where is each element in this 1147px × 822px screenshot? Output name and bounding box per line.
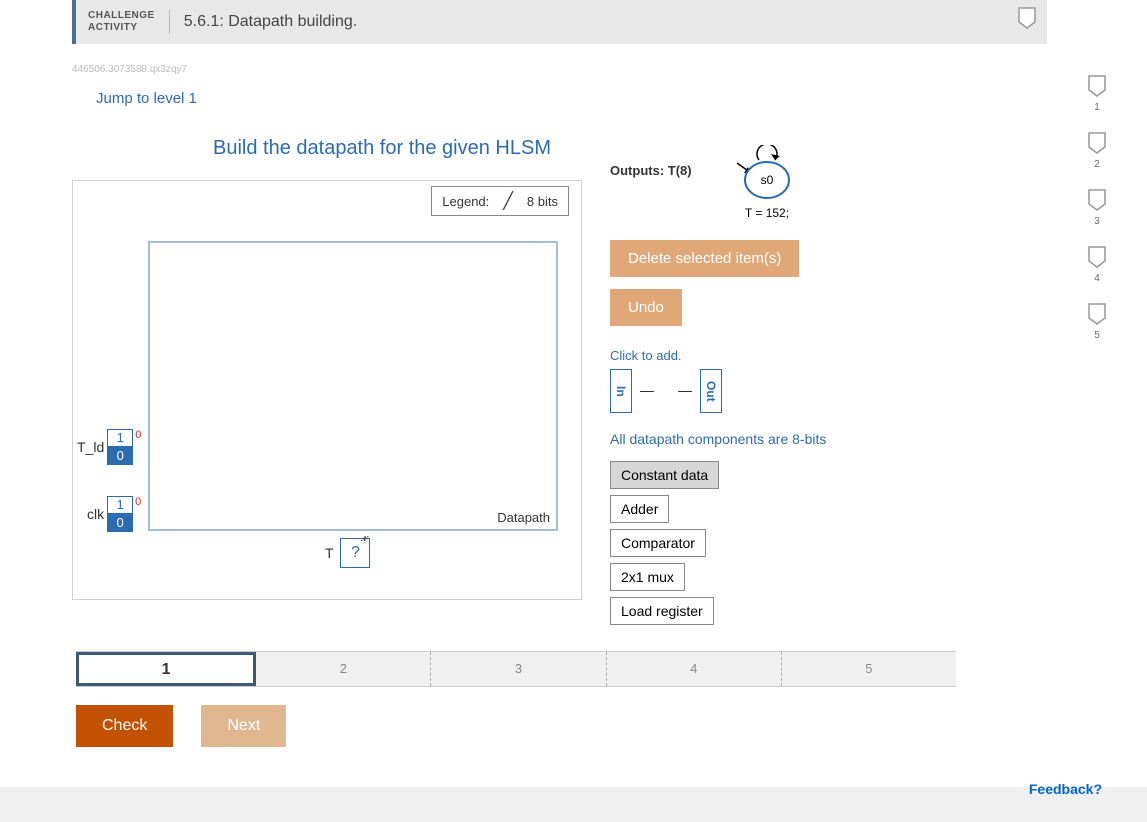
jump-to-level-link[interactable]: Jump to level 1 — [96, 90, 1047, 107]
level-badge-5[interactable]: 5 — [1087, 302, 1107, 341]
components-note: All datapath components are 8-bits — [610, 431, 1047, 447]
level-nav-1[interactable]: 1 — [76, 652, 256, 686]
port-label: clk — [87, 506, 104, 522]
level-badge-4[interactable]: 4 — [1087, 245, 1107, 284]
level-num: 1 — [1094, 102, 1100, 113]
level-num: 5 — [1094, 330, 1100, 341]
state-name: s0 — [760, 173, 773, 187]
level-nav-3[interactable]: 3 — [431, 652, 606, 686]
feedback-link[interactable]: Feedback? — [1029, 781, 1102, 797]
port-width: 0 — [135, 429, 141, 441]
undo-button[interactable]: Undo — [610, 289, 682, 326]
challenge-label: CHALLENGE ACTIVITY — [88, 10, 170, 34]
component-adder[interactable]: Adder — [610, 495, 669, 523]
add-input-port-button[interactable]: In — [610, 369, 632, 413]
port-clk[interactable]: clk 1 0 0 — [87, 496, 141, 532]
activity-id: 446506.3073588.qx3zqy7 — [72, 64, 1047, 75]
port-width: 0 — [135, 496, 141, 508]
challenge-label-1: CHALLENGE — [88, 10, 155, 22]
legend-bits: 8 bits — [527, 194, 558, 209]
level-num: 4 — [1094, 273, 1100, 284]
port-t-ld[interactable]: T_ld 1 0 0 — [77, 429, 141, 465]
wire-slash-icon: 𝓍 — [361, 528, 368, 545]
wire-icon — [640, 391, 654, 392]
level-nav-2[interactable]: 2 — [256, 652, 431, 686]
port-top-value[interactable]: 1 — [107, 496, 133, 514]
prompt-title: Build the datapath for the given HLSM — [172, 137, 592, 160]
port-output-t[interactable]: 𝓍 T ? — [325, 538, 370, 568]
legend-slash-icon: ╱ — [503, 191, 513, 211]
datapath-label: Datapath — [497, 510, 550, 525]
port-bot-value[interactable]: 0 — [107, 514, 133, 532]
level-badge-3[interactable]: 3 — [1087, 188, 1107, 227]
hlsm-outputs-label: Outputs: T(8) — [610, 163, 692, 178]
level-nav: 1 2 3 4 5 — [76, 651, 956, 687]
delete-button[interactable]: Delete selected item(s) — [610, 240, 799, 277]
port-label: T — [325, 545, 334, 561]
port-bot-value[interactable]: 0 — [107, 447, 133, 465]
challenge-title: 5.6.1: Datapath building. — [184, 13, 357, 31]
datapath-box[interactable]: Datapath — [148, 241, 558, 531]
state-action: T = 152; — [745, 206, 789, 220]
bookmark-icon[interactable] — [1017, 6, 1037, 33]
level-nav-5[interactable]: 5 — [782, 652, 956, 686]
port-top-value[interactable]: 1 — [107, 429, 133, 447]
component-constant-data[interactable]: Constant data — [610, 461, 719, 489]
datapath-canvas[interactable]: Legend: ╱ 8 bits Datapath T_ld 1 0 0 — [72, 180, 582, 600]
component-load-register[interactable]: Load register — [610, 597, 714, 625]
next-button[interactable]: Next — [201, 705, 286, 747]
hlsm-diagram: Outputs: T(8) s0 T = 152; — [610, 145, 1047, 225]
component-comparator[interactable]: Comparator — [610, 529, 706, 557]
level-badge-2[interactable]: 2 — [1087, 131, 1107, 170]
legend-box: Legend: ╱ 8 bits — [431, 186, 569, 216]
port-label: T_ld — [77, 439, 104, 455]
in-label: In — [614, 386, 628, 397]
out-label: Out — [704, 381, 718, 402]
check-button[interactable]: Check — [76, 705, 173, 747]
component-2x1-mux[interactable]: 2x1 mux — [610, 563, 685, 591]
level-badge-1[interactable]: 1 — [1087, 74, 1107, 113]
challenge-label-2: ACTIVITY — [88, 22, 155, 34]
level-num: 3 — [1094, 216, 1100, 227]
level-badges: 1 2 3 4 5 — [1087, 74, 1107, 341]
wire-icon — [678, 391, 692, 392]
level-num: 2 — [1094, 159, 1100, 170]
legend-prefix: Legend: — [442, 194, 489, 209]
click-to-add-label: Click to add. — [610, 348, 1047, 363]
state-diagram: s0 T = 152; — [717, 145, 807, 225]
challenge-header: CHALLENGE ACTIVITY 5.6.1: Datapath build… — [72, 0, 1047, 44]
level-nav-4[interactable]: 4 — [607, 652, 782, 686]
add-output-port-button[interactable]: Out — [700, 369, 722, 413]
